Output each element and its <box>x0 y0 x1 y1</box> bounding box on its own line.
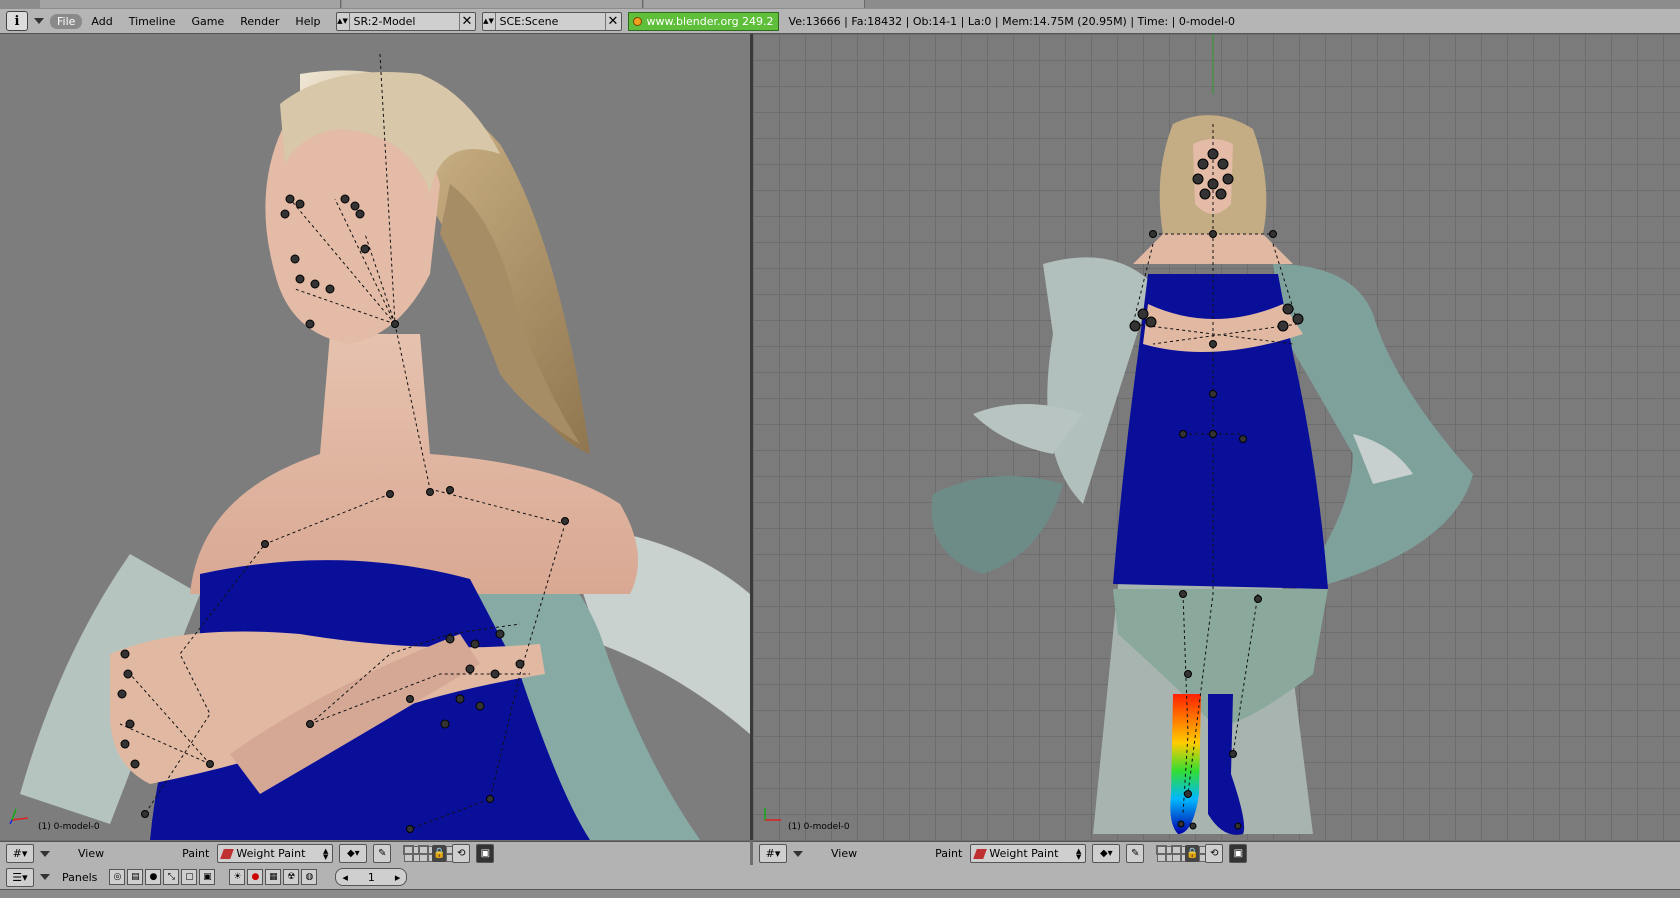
menu-game[interactable]: Game <box>185 14 232 29</box>
menu-render[interactable]: Render <box>233 14 286 29</box>
edit-pencil-icon[interactable]: ✎ <box>373 844 392 863</box>
frame-number-field[interactable]: ◂ 1 ▸ <box>335 868 408 886</box>
draw-type-icon[interactable]: ◆▾ <box>1092 844 1121 863</box>
object-label: (1) 0-model-0 <box>788 822 850 832</box>
mode-value: Weight Paint <box>236 847 306 860</box>
left-viewport-header: #▾ View Paint Weight Paint ▲ ▼ ◆▾ ✎ 🔒 ⟲ ▣ <box>0 841 750 866</box>
editor-type-grid-icon[interactable]: #▾ <box>6 844 34 863</box>
buttons-window-area <box>0 890 1680 898</box>
editing-icon[interactable]: ▢ <box>181 869 198 885</box>
render-preview-icon[interactable]: ▣ <box>476 844 495 863</box>
logic-icon[interactable]: ◎ <box>109 869 126 885</box>
info-header: i File Add Timeline Game Render Help ▲▼ … <box>0 9 1680 34</box>
collapse-arrow-icon[interactable] <box>34 18 44 24</box>
axis-gizmo-icon <box>764 808 781 821</box>
sub-context-buttons: ☀ ● ▦ ☢ ◍ <box>227 869 318 885</box>
increment-arrow-icon[interactable]: ▸ <box>395 871 401 884</box>
menu-help[interactable]: Help <box>288 14 327 29</box>
layer-buttons[interactable] <box>399 845 465 862</box>
panels-menu[interactable]: Panels <box>62 871 97 884</box>
screen-name-field[interactable]: SR:2-Model <box>350 15 459 28</box>
object-icon[interactable]: ⤡ <box>163 869 180 885</box>
editor-type-grid-icon[interactable]: #▾ <box>759 844 787 863</box>
lock-icon[interactable]: 🔒 <box>432 845 447 862</box>
left-viewport-render <box>20 53 750 840</box>
decrement-arrow-icon[interactable]: ◂ <box>342 871 348 884</box>
scene-icon[interactable]: ▣ <box>199 869 216 885</box>
lock-icon[interactable]: 🔒 <box>1185 845 1200 862</box>
brush-icon <box>973 848 988 859</box>
layer-buttons[interactable] <box>1152 845 1218 862</box>
paint-menu[interactable]: Paint <box>182 847 209 860</box>
close-screen-icon[interactable]: ✕ <box>458 12 475 30</box>
menu-timeline[interactable]: Timeline <box>122 14 183 29</box>
updown-arrows-icon[interactable]: ▲▼ <box>483 12 496 30</box>
texture-icon[interactable]: ▦ <box>265 869 282 885</box>
mode-selector[interactable]: Weight Paint ▲ ▼ <box>217 844 334 863</box>
lamp-icon[interactable]: ☀ <box>229 869 246 885</box>
collapse-arrow-icon[interactable] <box>40 850 50 857</box>
context-buttons: ◎ ▤ ● ⤡ ▢ ▣ <box>107 869 216 885</box>
brush-icon <box>220 848 235 859</box>
buttons-window-header: ☰▾ Panels ◎ ▤ ● ⤡ ▢ ▣ ☀ ● ▦ ☢ ◍ ◂ 1 ▸ <box>0 865 1680 890</box>
paint-menu[interactable]: Paint <box>935 847 962 860</box>
close-scene-icon[interactable]: ✕ <box>604 12 621 30</box>
object-label: (1) 0-model-0 <box>38 822 100 832</box>
script-icon[interactable]: ▤ <box>127 869 144 885</box>
material-icon[interactable]: ● <box>247 869 264 885</box>
pivot-icon[interactable]: ⟲ <box>1205 844 1224 863</box>
right-viewport-header: #▾ View Paint Weight Paint ▲ ▼ ◆▾ ✎ 🔒 ⟲ ▣ <box>753 841 1680 866</box>
shading-icon[interactable]: ● <box>145 869 162 885</box>
scene-selector[interactable]: ▲▼ SCE:Scene ✕ <box>481 11 622 31</box>
view-menu[interactable]: View <box>831 847 857 860</box>
view-menu[interactable]: View <box>78 847 104 860</box>
updown-arrows-icon[interactable]: ▲▼ <box>337 12 350 30</box>
blender-link-text: www.blender.org 249.2 <box>646 14 774 28</box>
scene-name-field[interactable]: SCE:Scene <box>496 15 605 28</box>
pivot-icon[interactable]: ⟲ <box>452 844 471 863</box>
radiosity-icon[interactable]: ☢ <box>283 869 300 885</box>
left-sash-fold <box>931 476 1063 574</box>
axis-gizmo-icon <box>9 808 29 825</box>
info-icon[interactable]: i <box>6 11 28 31</box>
left-3d-viewport[interactable]: (1) 0-model-0 <box>0 34 750 840</box>
blender-website-link[interactable]: www.blender.org 249.2 <box>627 11 779 31</box>
mode-selector[interactable]: Weight Paint ▲ ▼ <box>970 844 1087 863</box>
menu-add[interactable]: Add <box>84 14 119 29</box>
blender-logo-icon <box>632 16 642 26</box>
right-3d-viewport[interactable]: (1) 0-model-0 <box>753 34 1680 840</box>
edit-pencil-icon[interactable]: ✎ <box>1126 844 1145 863</box>
draw-type-icon[interactable]: ◆▾ <box>339 844 368 863</box>
updown-arrows-icon: ▲ ▼ <box>1075 846 1082 861</box>
updown-arrows-icon: ▲ ▼ <box>322 846 329 861</box>
render-preview-icon[interactable]: ▣ <box>1229 844 1248 863</box>
collapse-arrow-icon[interactable] <box>40 874 50 880</box>
editor-type-icon[interactable]: ☰▾ <box>6 867 34 887</box>
right-viewport-render <box>931 34 1473 835</box>
collapse-arrow-icon[interactable] <box>793 850 803 857</box>
screen-selector[interactable]: ▲▼ SR:2-Model ✕ <box>335 11 476 31</box>
frame-value: 1 <box>367 870 375 884</box>
scene-stats: Ve:13666 | Fa:18432 | Ob:14-1 | La:0 | M… <box>788 14 1236 28</box>
menu-file[interactable]: File <box>50 13 83 29</box>
mode-value: Weight Paint <box>989 847 1059 860</box>
world-icon[interactable]: ◍ <box>301 869 318 885</box>
